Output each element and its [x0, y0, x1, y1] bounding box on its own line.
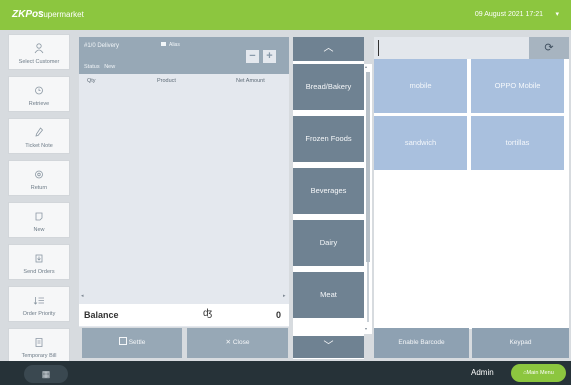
category-dairy[interactable]: Dairy — [293, 220, 364, 266]
retrieve-icon — [9, 85, 69, 99]
sidebar-item-label: Return — [30, 185, 48, 191]
settle-icon — [118, 337, 127, 345]
order-priority-button[interactable]: Order Priority — [8, 286, 70, 322]
datetime: 09 August 2021 17:21 — [474, 11, 543, 18]
category-frozen-foods[interactable]: Frozen Foods — [293, 116, 364, 162]
sidebar-item-label: Select Customer — [18, 59, 60, 65]
scroll-down-icon[interactable]: ▾ — [365, 326, 367, 331]
current-user: Admin — [471, 368, 494, 377]
priority-icon — [9, 295, 69, 309]
status-value: New — [104, 64, 116, 70]
category-scrollbar[interactable]: ▴ ▾ — [364, 64, 372, 334]
category-bread-bakery[interactable]: Bread/Bakery — [293, 64, 364, 110]
checkbox-icon — [161, 42, 166, 46]
new-button[interactable]: New — [8, 202, 70, 238]
sidebar-item-label: Retrieve — [28, 101, 50, 107]
sidebar-item-label: Order Priority — [22, 311, 56, 317]
product-search-input[interactable] — [378, 40, 528, 56]
close-label: Close — [232, 339, 250, 346]
select-customer-button[interactable]: Select Customer — [8, 34, 70, 70]
settle-button[interactable]: Settle — [82, 328, 182, 358]
order-horizontal-scrollbar[interactable]: ◂ ▸ — [81, 293, 289, 301]
settle-label: Settle — [128, 339, 146, 346]
temporary-bill-button[interactable]: Temporary Bill — [8, 328, 70, 364]
send-icon — [9, 253, 69, 267]
close-button[interactable]: ✕ Close — [187, 328, 288, 358]
return-button[interactable]: Return — [8, 160, 70, 196]
bill-icon — [9, 337, 69, 351]
main-menu-label: Main Menu — [526, 370, 554, 376]
retrieve-button[interactable]: Retrieve — [8, 76, 70, 112]
order-title: #1/0 Delivery — [84, 43, 120, 49]
sidebar-item-label: Ticket Note — [25, 143, 53, 149]
ticket-note-button[interactable]: Ticket Note — [8, 118, 70, 154]
balance-row: Balance ʤ 0 — [79, 304, 289, 326]
product-tile-sandwich[interactable]: sandwich — [374, 116, 467, 170]
product-grid: mobile OPPO Mobile sandwich tortillas — [374, 59, 569, 329]
column-header-net-amount: Net Amount — [236, 78, 265, 84]
sidebar-item-label: Send Orders — [23, 269, 55, 275]
new-icon — [9, 211, 69, 225]
category-scroll-down-button[interactable]: ﹀ — [293, 336, 364, 358]
balance-value: 0 — [275, 310, 281, 320]
return-icon — [9, 169, 69, 183]
balance-label: Balance — [84, 310, 119, 320]
product-tile-oppo-mobile[interactable]: OPPO Mobile — [471, 59, 564, 113]
column-header-qty: Qty — [87, 78, 96, 84]
order-panel: #1/0 Delivery Alias Status New − + Qty P… — [79, 37, 289, 327]
order-header: #1/0 Delivery Alias Status New − + — [79, 37, 289, 74]
category-beverages[interactable]: Beverages — [293, 168, 364, 214]
currency-icon: ʤ — [203, 308, 213, 319]
column-header-product: Product — [157, 78, 176, 84]
sidebar-item-label: Temporary Bill — [21, 353, 57, 359]
category-meat[interactable]: Meat — [293, 272, 364, 318]
person-icon — [9, 43, 69, 57]
product-tile-mobile[interactable]: mobile — [374, 59, 467, 113]
scrollbar-thumb[interactable] — [366, 72, 370, 262]
chevron-down-icon[interactable]: ▾ — [555, 10, 559, 18]
scroll-up-icon[interactable]: ▴ — [365, 64, 367, 69]
add-item-button[interactable]: + — [263, 50, 276, 63]
store-name: Supermarket — [38, 10, 84, 19]
close-icon: ✕ — [225, 339, 231, 346]
alias-toggle[interactable]: Alias — [161, 42, 180, 48]
bottom-status-bar: ▦ Admin ⌂Main Menu — [0, 361, 571, 385]
keypad-button[interactable]: Keypad — [472, 328, 569, 358]
alias-label: Alias — [169, 42, 180, 48]
note-icon — [9, 127, 69, 141]
remove-item-button[interactable]: − — [246, 50, 259, 63]
scroll-left-icon[interactable]: ◂ — [81, 293, 84, 299]
main-menu-button[interactable]: ⌂Main Menu — [511, 364, 566, 382]
status-label: Status — [84, 64, 100, 70]
calculator-icon[interactable]: ▦ — [24, 365, 68, 383]
product-search-bar: ⟳ — [374, 37, 569, 59]
sidebar-item-label: New — [33, 227, 45, 233]
scroll-right-icon[interactable]: ▸ — [283, 293, 286, 299]
category-scroll-up-button[interactable]: ︿ — [293, 37, 364, 61]
order-status: Status New — [84, 64, 115, 70]
top-bar: ZKPos Supermarket 09 August 2021 17:21 ▾ — [0, 0, 571, 30]
send-orders-button[interactable]: Send Orders — [8, 244, 70, 280]
enable-barcode-button[interactable]: Enable Barcode — [374, 328, 469, 358]
refresh-icon[interactable]: ⟳ — [529, 37, 569, 59]
product-tile-tortillas[interactable]: tortillas — [471, 116, 564, 170]
